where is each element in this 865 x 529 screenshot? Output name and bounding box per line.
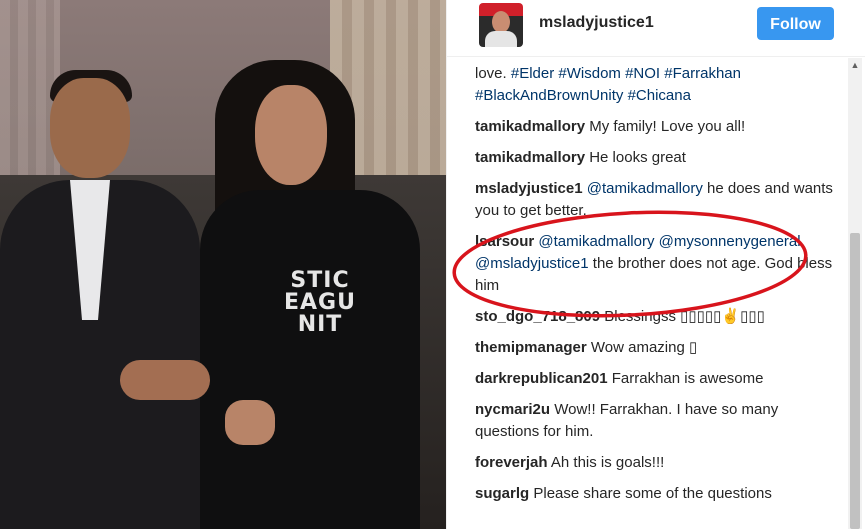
comment-text: Farrakhan is awesome bbox=[611, 370, 764, 387]
post-photo[interactable]: STIC EAGU NIT bbox=[0, 0, 446, 529]
shirt-text-line: NIT bbox=[297, 312, 343, 337]
post-username[interactable]: msladyjustice1 bbox=[539, 14, 654, 32]
woman-head bbox=[255, 85, 327, 185]
caption-text: love. bbox=[475, 65, 507, 82]
comment-text: Blessingss ▯▯▯▯▯✌▯▯▯ bbox=[604, 308, 765, 325]
comment-username[interactable]: tamikadmallory bbox=[475, 149, 585, 166]
comments-scrollbar[interactable]: ▲ bbox=[848, 58, 862, 529]
comment-text: My family! Love you all! bbox=[589, 118, 746, 135]
caption: love. #Elder #Wisdom #NOI #Farrakhan #Bl… bbox=[475, 63, 845, 107]
man-head bbox=[50, 78, 130, 178]
comment: nycmari2u Wow!! Farrakhan. I have so man… bbox=[475, 399, 845, 443]
shirt-text-line: EAGU bbox=[284, 290, 356, 315]
comment-text: He looks great bbox=[589, 149, 686, 166]
hashtag-link[interactable]: #Farrakhan bbox=[664, 65, 741, 82]
comment-username[interactable]: darkrepublican201 bbox=[475, 370, 608, 387]
comment-mention[interactable]: @tamikadmallory bbox=[587, 180, 703, 197]
woman-body bbox=[200, 190, 420, 529]
comment-username[interactable]: msladyjustice1 bbox=[475, 180, 583, 197]
hashtag-link[interactable]: #BlackAndBrownUnity bbox=[475, 87, 623, 104]
avatar[interactable] bbox=[479, 3, 523, 47]
comment: themipmanager Wow amazing ▯ bbox=[475, 337, 845, 359]
comment-username[interactable]: lsarsour bbox=[475, 233, 534, 250]
handshake bbox=[120, 360, 210, 400]
follow-button[interactable]: Follow bbox=[757, 7, 834, 40]
hashtag-link[interactable]: #Wisdom bbox=[558, 65, 621, 82]
scroll-up-arrow-icon[interactable]: ▲ bbox=[848, 58, 862, 72]
comment-text: Ah this is goals!!! bbox=[550, 454, 665, 471]
hashtag-link[interactable]: #NOI bbox=[625, 65, 660, 82]
comment: tamikadmallory My family! Love you all! bbox=[475, 116, 845, 138]
comment: sugarlg Please share some of the questio… bbox=[475, 483, 845, 505]
comment-text: Please share some of the questions bbox=[533, 485, 772, 502]
shirt-text-line: STIC bbox=[290, 268, 350, 293]
post-panel: msladyjustice1 Follow love. #Elder #Wisd… bbox=[446, 0, 865, 529]
comment: sto_dgo_718_809 Blessingss ▯▯▯▯▯✌▯▯▯ bbox=[475, 306, 845, 328]
comment-username[interactable]: sugarlg bbox=[475, 485, 529, 502]
hashtag-link[interactable]: #Chicana bbox=[628, 87, 691, 104]
comment-username[interactable]: tamikadmallory bbox=[475, 118, 585, 135]
comment: tamikadmallory He looks great bbox=[475, 147, 845, 169]
comments-list: love. #Elder #Wisdom #NOI #Farrakhan #Bl… bbox=[475, 57, 845, 529]
shirt-text: STIC EAGU NIT bbox=[270, 270, 370, 336]
comment-username[interactable]: foreverjah bbox=[475, 454, 548, 471]
comment-username[interactable]: nycmari2u bbox=[475, 401, 550, 418]
comment-text: Wow amazing ▯ bbox=[590, 339, 698, 356]
comment: darkrepublican201 Farrakhan is awesome bbox=[475, 368, 845, 390]
scrollbar-thumb[interactable] bbox=[850, 233, 860, 529]
avatar-face bbox=[492, 11, 510, 33]
comment-username[interactable]: sto_dgo_718_809 bbox=[475, 308, 600, 325]
comment: foreverjah Ah this is goals!!! bbox=[475, 452, 845, 474]
comment: lsarsour @tamikadmallory @mysonnenygener… bbox=[475, 231, 845, 297]
avatar-body bbox=[485, 31, 517, 47]
comment-username[interactable]: themipmanager bbox=[475, 339, 587, 356]
post-header: msladyjustice1 Follow bbox=[447, 0, 865, 57]
hashtag-link[interactable]: #Elder bbox=[511, 65, 554, 82]
comment: msladyjustice1 @tamikadmallory he does a… bbox=[475, 178, 845, 222]
hand bbox=[225, 400, 275, 445]
